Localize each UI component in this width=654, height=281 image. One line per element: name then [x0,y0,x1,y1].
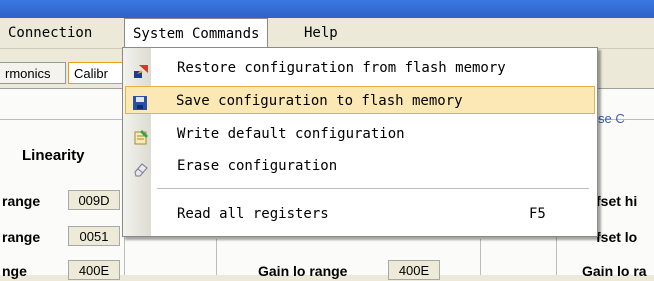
value-field[interactable]: 0051 [68,226,120,246]
column-divider [480,239,481,275]
tab-harmonics[interactable]: rmonics [0,62,66,84]
value-field[interactable]: 009D [68,190,120,210]
field-label: fset lo [596,229,638,245]
menu-system-commands[interactable]: System Commands [124,18,269,49]
menu-help[interactable]: Help [296,18,346,48]
system-commands-dropdown: Restore configuration from flash memory … [122,47,598,237]
field-label: Gain lo range [258,263,348,279]
title-bar [0,0,654,18]
field-label: nge [2,263,27,279]
field-label: Gain lo ra [582,263,647,279]
menu-bar: Connection System Commands Help [0,18,654,49]
tab-calibration[interactable]: Calibr [68,62,128,84]
write-notepad-icon [133,126,149,145]
menu-separator [157,188,589,189]
restore-icon [133,60,149,78]
tab-row: rmonics Calibr [0,62,130,86]
value-field[interactable]: 400E [68,260,120,280]
menu-item-restore[interactable]: Restore configuration from flash memory [125,54,595,82]
phase-c-link[interactable]: se C [598,111,625,126]
field-label: range [2,229,41,245]
group-divider [0,119,130,120]
menu-connection[interactable]: Connection [0,18,100,48]
eraser-icon [133,158,149,177]
field-label: range [2,193,41,209]
shortcut-label: F5 [529,206,546,222]
menu-item-write-default[interactable]: Write default configuration [125,120,595,148]
field-label: fset hi [596,193,638,209]
menu-item-read-registers[interactable]: Read all registers F5 [125,200,595,228]
floppy-disk-icon [132,92,148,110]
linearity-heading: Linearity [22,147,85,164]
value-field[interactable]: 400E [388,260,440,280]
menu-item-erase[interactable]: Erase configuration [125,152,595,180]
column-divider [216,239,217,275]
menu-item-save[interactable]: Save configuration to flash memory [125,86,595,114]
